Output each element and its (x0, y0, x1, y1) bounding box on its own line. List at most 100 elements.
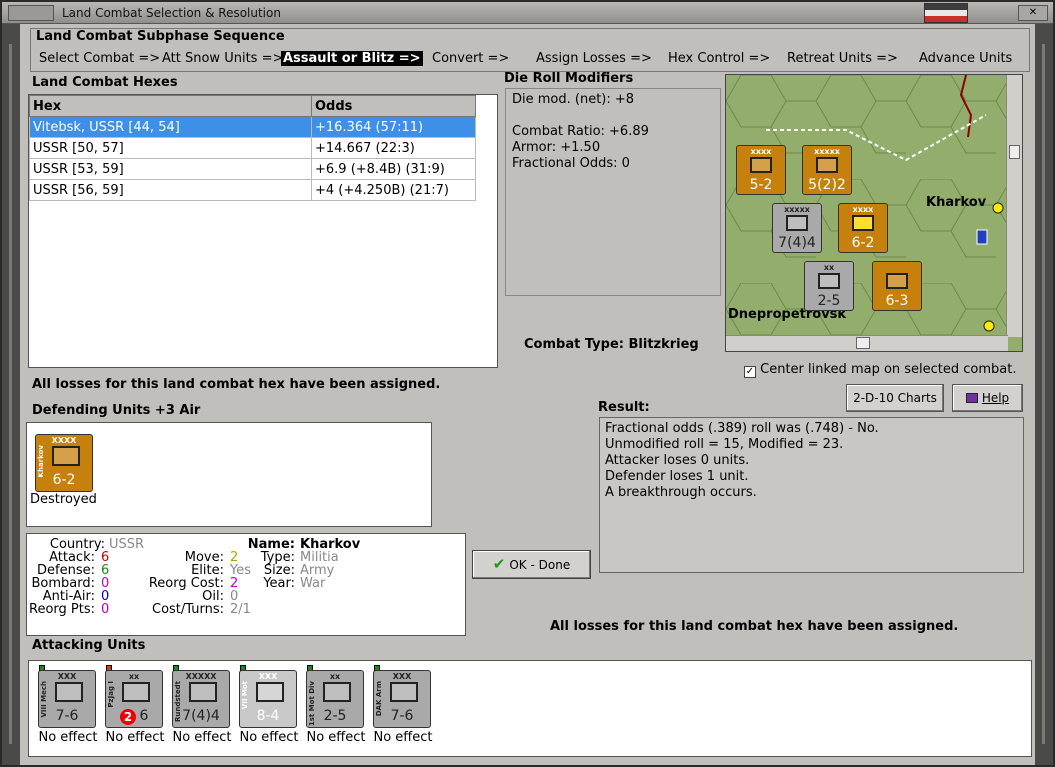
center-map-checkbox[interactable]: ✓ (744, 366, 756, 378)
counter-size: xxxx (852, 205, 874, 214)
defender-status: Destroyed (30, 492, 97, 507)
counter-size: XXXX (51, 436, 77, 445)
book-icon (965, 393, 978, 403)
result-line: Defender loses 1 unit. (605, 469, 749, 484)
reorg-pts-value: 0 (101, 602, 110, 617)
hex-cell: Vitebsk, USSR [44, 54] (29, 116, 312, 138)
result-line: Attacker loses 0 units. (605, 453, 750, 468)
result-title: Result: (598, 400, 650, 415)
die-roll-box: Die mod. (net): +8 Combat Ratio: +6.89 A… (505, 88, 721, 296)
attacker-counter[interactable]: XXX VIII Mech 7-6 (38, 670, 96, 728)
map-horizontal-scrollbar[interactable] (726, 335, 1008, 351)
result-lines: Fractional odds (.389) roll was (.748) -… (605, 421, 879, 501)
map-counter[interactable]: xxxxx 7(4)4 (772, 203, 822, 253)
linked-map[interactable]: Kharkov Dnepropetrovsk xxxx 5-2 xxxxx 5(… (725, 74, 1023, 352)
map-counter[interactable]: xxxx 6-2 (838, 203, 888, 253)
hex-cell: USSR [56, 59] (29, 179, 312, 201)
table-row[interactable]: USSR [50, 57] +14.667 (22:3) (29, 137, 476, 159)
counter-value: 2-5 (323, 708, 347, 724)
odds-cell: +4 (+4.250B) (21:7) (311, 179, 476, 201)
map-vertical-scrollbar[interactable] (1006, 75, 1022, 337)
table-row[interactable]: USSR [53, 59] +6.9 (+8.4B) (31:9) (29, 158, 476, 180)
infantry-icon (886, 273, 908, 289)
ok-label: OK - Done (509, 558, 571, 572)
counter-size: XXX (258, 672, 278, 681)
attacker-counter[interactable]: xx 1st Mot Div 2-5 (306, 670, 364, 728)
charts-button[interactable]: 2-D-10 Charts (846, 384, 944, 412)
armor-icon (390, 682, 418, 702)
vscroll-thumb[interactable] (1009, 145, 1020, 159)
infantry-icon (816, 157, 838, 173)
center-map-label: Center linked map on selected combat. (760, 362, 1017, 377)
motorized-icon (256, 682, 284, 702)
cost-turns-value: 2/1 (230, 602, 251, 617)
year-label: Year: (263, 576, 295, 591)
counter-name: PzJag I (107, 681, 115, 708)
step-assign-losses: Assign Losses => (536, 51, 652, 66)
armor-line: Armor: +1.50 (512, 140, 601, 155)
counter-value: 7(4)4 (778, 235, 816, 251)
system-menu-icon[interactable] (8, 5, 54, 21)
map-counter[interactable]: xxxxx 5(2)2 (802, 145, 852, 195)
attacker-counter[interactable]: XXXXX Rundstedt 7(4)4 (172, 670, 230, 728)
counter-size: xx (329, 672, 341, 681)
map-counter[interactable]: xxxx 5-2 (736, 145, 786, 195)
column-hex: Hex (29, 95, 312, 117)
german-flag-icon (924, 3, 968, 23)
militia-icon (52, 446, 80, 466)
counter-value: 6-2 (851, 235, 875, 251)
losses-message: All losses for this land combat hex have… (32, 377, 441, 392)
center-map-option[interactable]: ✓ Center linked map on selected combat. (744, 362, 1017, 378)
right-frame (1035, 24, 1053, 765)
help-button[interactable]: Help (952, 384, 1023, 412)
map-counter[interactable]: 6-3 (872, 261, 922, 311)
result-box: Fractional odds (.389) roll was (.748) -… (599, 417, 1024, 573)
close-icon[interactable]: ✕ (1018, 5, 1048, 21)
attacker-counter[interactable]: XXX VII Mot 8-4 (239, 670, 297, 728)
attacking-title: Attacking Units (32, 638, 146, 653)
bottom-losses-message: All losses for this land combat hex have… (550, 619, 959, 634)
die-roll-title: Die Roll Modifiers (504, 71, 634, 86)
armor-icon (189, 682, 217, 702)
attacker-unit[interactable]: XXXXX Rundstedt 7(4)4 No effect (172, 665, 232, 745)
main-panel: Land Combat Subphase Sequence Select Com… (20, 24, 1035, 757)
table-row[interactable]: Vitebsk, USSR [44, 54] +16.364 (57:11) (29, 116, 476, 138)
hexes-title: Land Combat Hexes (32, 75, 178, 90)
table-header: Hex Odds (29, 95, 476, 117)
map-counter[interactable]: xx 2-5 (804, 261, 854, 311)
counter-value: 5-2 (749, 177, 773, 193)
window-title: Land Combat Selection & Resolution (62, 6, 281, 20)
step-hex-control: Hex Control => (668, 51, 771, 66)
odds-cell: +14.667 (22:3) (311, 137, 476, 159)
sequence-steps: Select Combat => Att Snow Units => Assau… (31, 51, 1031, 69)
odds-cell: +16.364 (57:11) (311, 116, 476, 138)
counter-value: 2-5 (817, 293, 841, 309)
attacker-unit[interactable]: XXX VIII Mech 7-6 No effect (38, 665, 98, 745)
hscroll-thumb[interactable] (856, 337, 870, 349)
attacker-unit[interactable]: XXX VII Mot 8-4 No effect (239, 665, 299, 745)
table-row[interactable]: USSR [56, 59] +4 (+4.250B) (21:7) (29, 179, 476, 201)
step-convert: Convert => (432, 51, 510, 66)
attacker-unit[interactable]: XXX DAK Arm 7-6 No effect (373, 665, 433, 745)
attacker-unit[interactable]: xx PzJag I 2 6 No effect (105, 665, 165, 745)
attacker-counter[interactable]: XXX DAK Arm 7-6 (373, 670, 431, 728)
step-retreat-units: Retreat Units => (787, 51, 898, 66)
result-line: Unmodified roll = 15, Modified = 23. (605, 437, 844, 452)
die-mod-line: Die mod. (net): +8 (512, 92, 635, 107)
hex-cell: USSR [50, 57] (29, 137, 312, 159)
counter-size: XXX (392, 672, 412, 681)
attacker-counter[interactable]: xx PzJag I 2 6 (105, 670, 163, 728)
ok-done-button[interactable]: ✔ OK - Done (472, 550, 591, 579)
attacker-status: No effect (373, 730, 433, 745)
combat-blast-icon (852, 215, 874, 231)
attacker-unit[interactable]: xx 1st Mot Div 2-5 No effect (306, 665, 366, 745)
counter-value: 7-6 (55, 708, 79, 724)
country-value: USSR (109, 537, 145, 552)
armor-icon (786, 215, 808, 231)
column-odds: Odds (311, 95, 476, 117)
counter-value: 7(4)4 (182, 708, 220, 724)
defending-title: Defending Units +3 Air (32, 403, 201, 418)
counter-value: 6-3 (885, 293, 909, 309)
defender-counter[interactable]: XXXX Kharkov 6-2 (35, 434, 93, 492)
counter-value: 6-2 (52, 472, 76, 488)
